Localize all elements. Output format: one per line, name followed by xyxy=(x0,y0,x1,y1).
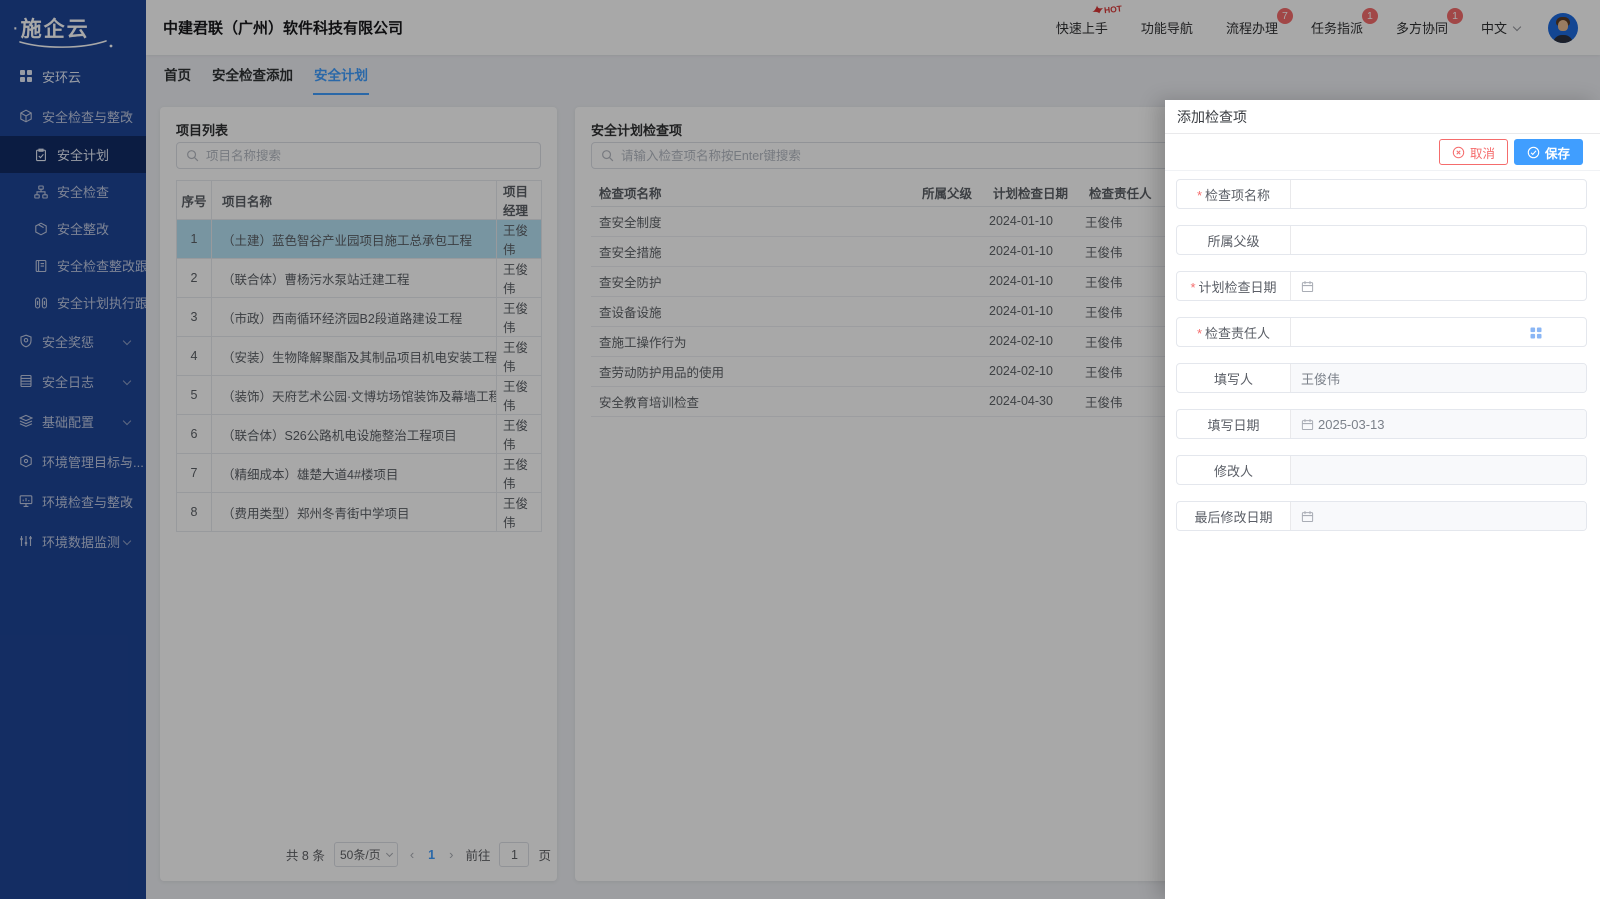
required-asterisk: * xyxy=(1190,280,1196,295)
drawer-field-5: 填写日期 2025-03-13 xyxy=(1176,409,1587,439)
calendar-icon xyxy=(1301,418,1314,431)
check-circle-icon xyxy=(1527,146,1540,158)
field-value-7[interactable] xyxy=(1291,502,1586,530)
cancel-label: 取消 xyxy=(1469,146,1495,161)
field-label-text: 填写人 xyxy=(1213,371,1253,387)
field-value-1[interactable] xyxy=(1291,226,1586,254)
field-label: 填写日期 xyxy=(1177,410,1291,438)
cancel-button[interactable]: 取消 xyxy=(1438,139,1508,165)
field-label: * 计划检查日期 xyxy=(1177,272,1291,300)
field-value-text: 王俊伟 xyxy=(1301,371,1341,387)
required-asterisk: * xyxy=(1196,326,1203,341)
field-label-text: 所属父级 xyxy=(1207,233,1260,249)
drawer-form: * 检查项名称 所属父级 * 计划检查日期 * 检查责任人 填写人 王俊伟 填写日期 2025-03… xyxy=(1165,171,1600,531)
field-label-text: 检查责任人 xyxy=(1205,325,1271,341)
drawer-field-6: 修改人 xyxy=(1176,455,1587,485)
field-label-text: 修改人 xyxy=(1213,463,1253,479)
calendar-icon xyxy=(1301,510,1314,523)
field-value-text: 2025-03-13 xyxy=(1318,416,1385,432)
cancel-circle-icon xyxy=(1452,146,1465,158)
drawer-toolbar: 取消 保存 xyxy=(1165,134,1600,171)
drawer-field-2: * 计划检查日期 xyxy=(1176,271,1587,301)
field-label: 所属父级 xyxy=(1177,226,1291,254)
field-value-4[interactable]: 王俊伟 xyxy=(1291,364,1586,392)
add-check-item-drawer: 添加检查项 取消 保存 * 检查项名称 所属父级 * 计划检查日期 * 检查责任人 填写人 王俊… xyxy=(1165,100,1600,899)
drawer-field-7: 最后修改日期 xyxy=(1176,501,1587,531)
drawer-field-4: 填写人 王俊伟 xyxy=(1176,363,1587,393)
field-value-2[interactable] xyxy=(1291,272,1586,300)
drawer-title: 添加检查项 xyxy=(1165,100,1600,134)
drawer-field-1: 所属父级 xyxy=(1176,225,1587,255)
field-label: 修改人 xyxy=(1177,456,1291,484)
field-value-6[interactable] xyxy=(1291,456,1586,484)
drawer-field-3: * 检查责任人 xyxy=(1176,317,1587,347)
drawer-field-0: * 检查项名称 xyxy=(1176,179,1587,209)
save-label: 保存 xyxy=(1544,146,1570,161)
calendar-icon xyxy=(1301,280,1314,293)
field-label: * 检查项名称 xyxy=(1177,180,1291,208)
save-button[interactable]: 保存 xyxy=(1513,139,1583,165)
field-value-0[interactable] xyxy=(1291,180,1586,208)
user-picker-icon[interactable] xyxy=(1530,327,1542,339)
field-label-text: 检查项名称 xyxy=(1205,187,1271,203)
field-value-5[interactable]: 2025-03-13 xyxy=(1291,410,1586,438)
field-value-3[interactable] xyxy=(1291,318,1586,346)
field-label: * 检查责任人 xyxy=(1177,318,1291,346)
field-label: 填写人 xyxy=(1177,364,1291,392)
field-label-text: 最后修改日期 xyxy=(1194,509,1273,525)
field-label-text: 填写日期 xyxy=(1207,417,1260,433)
field-label: 最后修改日期 xyxy=(1177,502,1291,530)
field-label-text: 计划检查日期 xyxy=(1198,279,1277,295)
required-asterisk: * xyxy=(1196,188,1203,203)
